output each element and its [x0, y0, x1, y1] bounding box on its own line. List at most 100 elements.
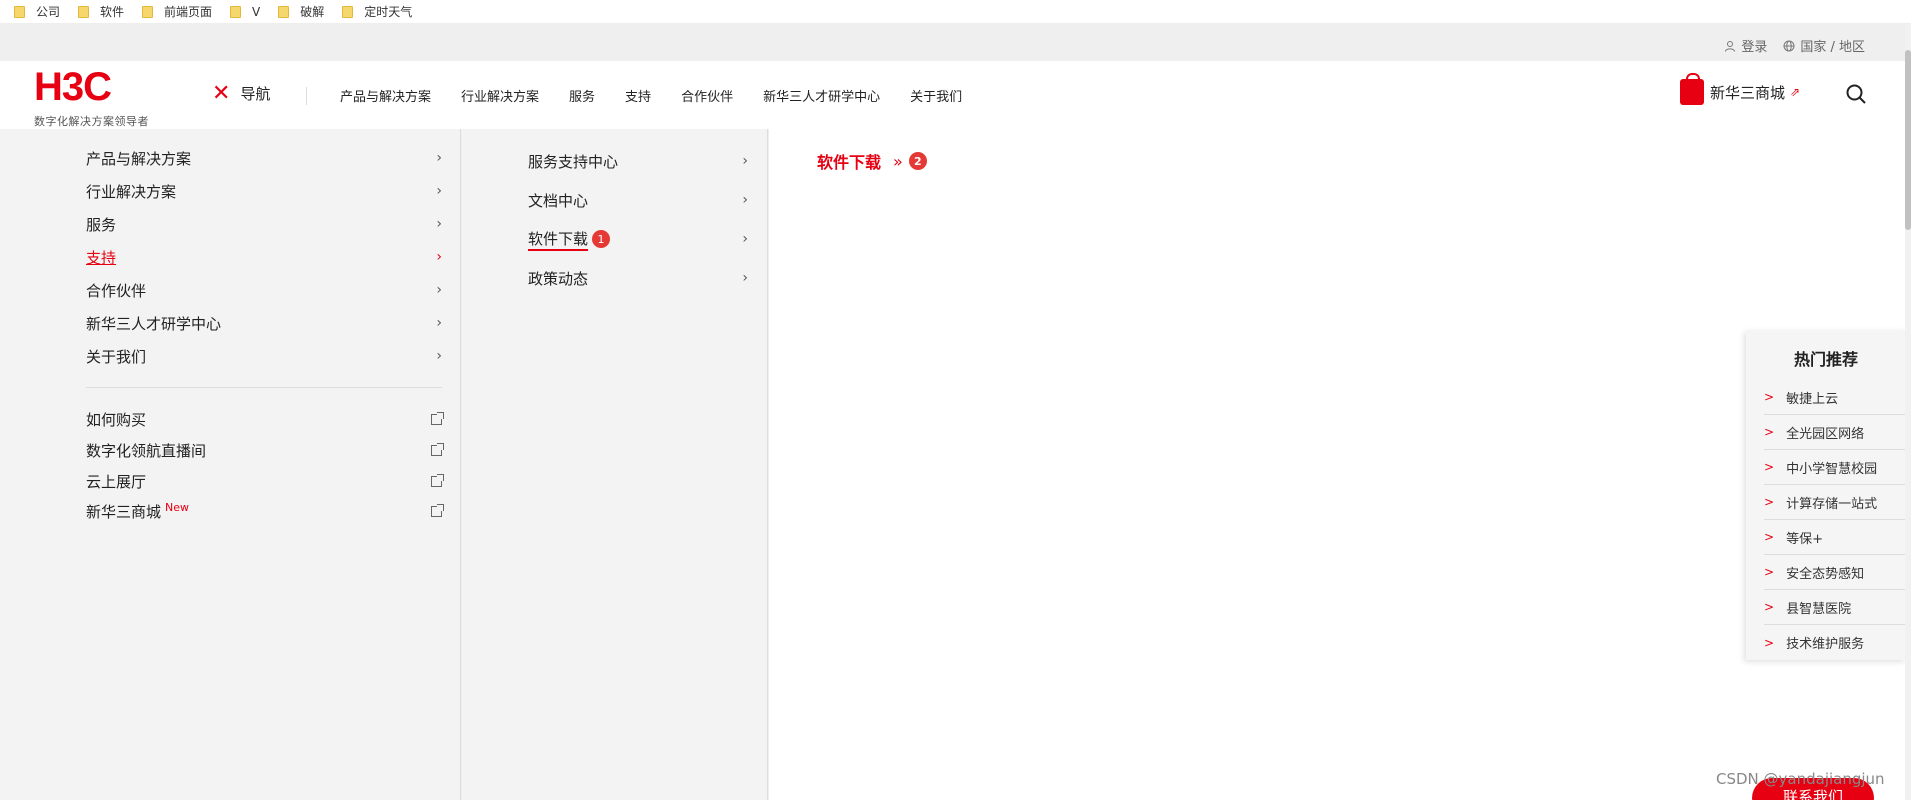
login-link[interactable]: 登录: [1724, 36, 1767, 55]
bookmark-label: 前端页面: [164, 5, 213, 19]
menu-link-label: 如何购买: [86, 410, 147, 429]
menu-link-cloud-hall[interactable]: 云上展厅: [86, 470, 444, 492]
arrow-icon: >: [1764, 495, 1775, 509]
bookmark-software[interactable]: 软件: [78, 3, 124, 20]
hot-item-label: 技术维护服务: [1786, 637, 1865, 652]
hot-item[interactable]: > 敏捷上云: [1764, 380, 1906, 415]
globe-icon: [1783, 40, 1795, 51]
menu-item-service[interactable]: 服务 ›: [86, 213, 442, 235]
main-nav-item[interactable]: 产品与解决方案: [340, 86, 431, 105]
menu-item-partners[interactable]: 合作伙伴 ›: [86, 279, 442, 301]
login-label: 登录: [1741, 40, 1768, 55]
hot-item[interactable]: > 计算存储一站式: [1764, 485, 1906, 520]
menu-link-how-to-buy[interactable]: 如何购买: [86, 408, 444, 430]
hot-item-label: 中小学智慧校园: [1786, 461, 1878, 477]
arrow-icon: >: [1764, 565, 1775, 579]
main-nav-item[interactable]: 合作伙伴: [681, 86, 733, 105]
external-link-icon: [431, 411, 444, 425]
main-nav-item[interactable]: 支持: [625, 86, 651, 105]
chevron-right-icon: ›: [742, 231, 748, 247]
main-nav-item[interactable]: 服务: [569, 86, 595, 105]
double-chevron-icon: »: [893, 151, 903, 171]
bookmark-label: 公司: [36, 5, 61, 19]
menu-item-label: 服务: [86, 215, 117, 234]
bookmark-weather[interactable]: 定时天气: [342, 3, 412, 20]
chevron-right-icon: ›: [742, 153, 748, 169]
step-badge: 1: [592, 230, 611, 248]
shop-link[interactable]: 新华三商城 ⇗: [1680, 73, 1800, 105]
logo-brand: H3C: [34, 65, 112, 109]
hot-item[interactable]: > 中小学智慧校园: [1764, 450, 1906, 485]
menu-divider: [86, 387, 442, 388]
main-nav-item[interactable]: 关于我们: [910, 86, 962, 105]
submenu-item-policy[interactable]: 政策动态 ›: [528, 266, 748, 290]
folder-icon: [342, 5, 354, 18]
close-icon: ✕: [212, 80, 231, 106]
user-icon: [1725, 40, 1736, 52]
region-link[interactable]: 国家 / 地区: [1783, 36, 1865, 55]
submenu-item-label: 政策动态: [528, 269, 589, 288]
menu-level1: 产品与解决方案 › 行业解决方案 › 服务 › 支持 › 合作伙伴 › 新华三人才研学中心…: [0, 129, 461, 800]
menu-link-label: 新华三商城: [86, 502, 162, 521]
arrow-icon: >: [1764, 390, 1775, 404]
menu-item-label: 行业解决方案: [86, 182, 177, 201]
chevron-right-icon: ›: [742, 192, 748, 208]
folder-icon: [230, 5, 242, 18]
submenu-item-software-download[interactable]: 软件下载 1 ›: [528, 227, 748, 251]
folder-icon: [278, 5, 290, 18]
bookmark-crack[interactable]: 破解: [278, 3, 324, 20]
chevron-right-icon: ›: [436, 249, 442, 265]
bookmark-label: V: [252, 4, 261, 19]
hot-item-label: 等保+: [1786, 531, 1823, 547]
menu-item-academy[interactable]: 新华三人才研学中心 ›: [86, 312, 442, 334]
main-nav: 产品与解决方案 行业解决方案 服务 支持 合作伙伴 新华三人才研学中心 关于我们: [340, 86, 992, 105]
bookmark-label: 软件: [100, 5, 125, 19]
external-link-icon: [431, 503, 444, 517]
main-nav-item[interactable]: 行业解决方案: [461, 86, 539, 105]
chevron-right-icon: ›: [742, 270, 748, 286]
menu-link-label: 数字化领航直播间: [86, 441, 207, 460]
hot-item-label: 计算存储一站式: [1786, 496, 1878, 512]
menu-item-label: 产品与解决方案: [86, 149, 192, 168]
bookmark-label: 破解: [300, 5, 325, 19]
hot-item[interactable]: > 等保+: [1764, 520, 1906, 555]
submenu-item-docs[interactable]: 文档中心 ›: [528, 188, 748, 212]
hot-item[interactable]: > 安全态势感知: [1764, 555, 1906, 590]
arrow-icon: >: [1764, 425, 1775, 439]
hot-item[interactable]: > 全光园区网络: [1764, 415, 1906, 450]
menu-link-mall[interactable]: 新华三商城 New: [86, 500, 444, 522]
search-button[interactable]: [1845, 83, 1867, 109]
h3c-logo[interactable]: H3C 数字化解决方案领导者: [34, 65, 164, 128]
menu-item-about[interactable]: 关于我们 ›: [86, 345, 442, 367]
hot-item[interactable]: > 技术维护服务: [1764, 625, 1906, 660]
submenu-item-service-center[interactable]: 服务支持中心 ›: [528, 149, 748, 173]
folder-icon: [142, 5, 154, 18]
menu-item-products[interactable]: 产品与解决方案 ›: [86, 147, 442, 169]
scrollbar-thumb[interactable]: [1905, 50, 1911, 230]
software-download-link[interactable]: 软件下载 » 2: [817, 149, 927, 173]
menu-link-label: 云上展厅: [86, 472, 147, 491]
menu-link-livestream[interactable]: 数字化领航直播间: [86, 439, 444, 461]
chevron-right-icon: ›: [436, 348, 442, 364]
hot-title: 热门推荐: [1793, 350, 1858, 369]
menu-item-support[interactable]: 支持 ›: [86, 246, 442, 268]
hot-item-label: 县智慧医院: [1786, 601, 1852, 617]
scrollbar[interactable]: [1905, 24, 1911, 800]
menu-content: 软件下载 » 2: [769, 129, 1906, 800]
site-header: H3C 数字化解决方案领导者 ✕ 导航 产品与解决方案 行业解决方案 服务 支持…: [0, 61, 1906, 129]
bookmark-frontend[interactable]: 前端页面: [142, 3, 212, 20]
main-nav-item[interactable]: 新华三人才研学中心: [763, 86, 880, 105]
utility-bar: 登录 国家 / 地区: [1708, 36, 1865, 55]
hot-item-label: 全光园区网络: [1786, 426, 1865, 442]
search-icon: [1846, 84, 1866, 104]
bookmarks-bar: 公司 软件 前端页面 V 破解 定时天气: [0, 0, 1911, 24]
menu-item-label: 新华三人才研学中心: [86, 314, 222, 333]
nav-close-button[interactable]: ✕ 导航: [212, 80, 270, 106]
hot-item[interactable]: > 县智慧医院: [1764, 590, 1906, 625]
arrow-icon: >: [1764, 530, 1775, 544]
bookmark-company[interactable]: 公司: [14, 3, 60, 20]
menu-item-label: 关于我们: [86, 347, 147, 366]
bookmark-v[interactable]: V: [230, 5, 260, 19]
menu-item-industry[interactable]: 行业解决方案 ›: [86, 180, 442, 202]
chevron-right-icon: ›: [436, 315, 442, 331]
